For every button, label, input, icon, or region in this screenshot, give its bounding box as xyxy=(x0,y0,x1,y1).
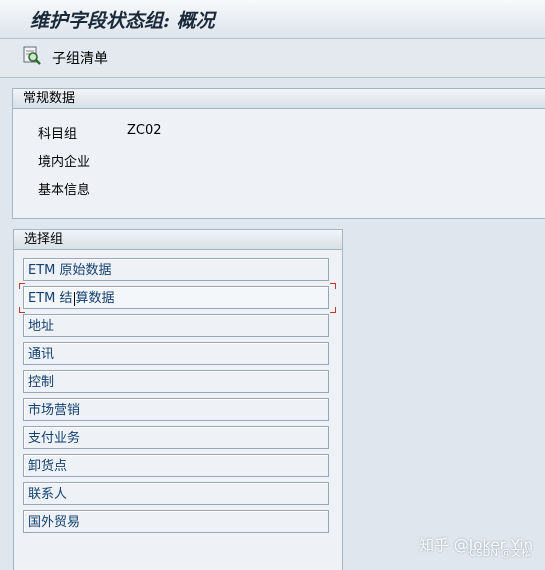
group-item-foreign-trade[interactable]: 国外贸易 xyxy=(23,510,329,533)
title-bar: 维护字段状态组: 概况 xyxy=(0,0,545,39)
select-group-panel: 选择组 ETM 原始数据 ETM 结算数据 地址 通讯 控制 市场营销 支付业务… xyxy=(13,229,343,570)
group-item-address[interactable]: 地址 xyxy=(23,314,329,337)
group-item-label: 卸货点 xyxy=(28,459,68,474)
group-item-label: 支付业务 xyxy=(28,431,81,446)
focus-corner-bl xyxy=(19,307,25,313)
group-item-etm-settlement-data[interactable]: ETM 结算数据 xyxy=(23,286,329,309)
group-item-label: 控制 xyxy=(28,375,55,390)
group-item-label: ETM 原始数据 xyxy=(28,263,112,278)
account-group-label: 科目组 xyxy=(38,127,78,142)
group-item-control[interactable]: 控制 xyxy=(23,370,329,393)
page-title: 维护字段状态组: 概况 xyxy=(30,10,215,32)
group-item-label: 联系人 xyxy=(28,487,68,502)
group-item-label: 地址 xyxy=(28,319,55,334)
subgroup-list-button[interactable]: 子组清单 xyxy=(22,46,108,70)
group-item-label: 市场营销 xyxy=(28,403,81,418)
account-group-desc-line2: 基本信息 xyxy=(38,183,91,198)
group-item-label-part2: 算数据 xyxy=(75,291,115,306)
focus-corner-tl xyxy=(19,283,25,289)
group-item-label: 通讯 xyxy=(28,347,55,362)
watermark-sub: CSDN @文松 xyxy=(469,548,531,559)
toolbar: 子组清单 xyxy=(0,39,545,78)
search-doc-icon xyxy=(22,46,42,70)
select-group-header: 选择组 xyxy=(14,230,342,250)
group-item-label: 国外贸易 xyxy=(28,515,81,530)
account-group-desc-line1: 境内企业 xyxy=(38,155,91,170)
subgroup-list-label: 子组清单 xyxy=(52,51,108,67)
group-item-contact-person[interactable]: 联系人 xyxy=(23,482,329,505)
group-item-marketing[interactable]: 市场营销 xyxy=(23,398,329,421)
group-item-communication[interactable]: 通讯 xyxy=(23,342,329,365)
group-item-label-part1: ETM 结 xyxy=(28,291,73,306)
focus-corner-tr xyxy=(330,283,336,289)
text-cursor xyxy=(73,291,75,306)
general-data-header: 常规数据 xyxy=(13,89,545,109)
group-item-etm-raw-data[interactable]: ETM 原始数据 xyxy=(23,258,329,281)
group-item-payment[interactable]: 支付业务 xyxy=(23,426,329,449)
general-data-panel: 常规数据 科目组 ZC02 境内企业 基本信息 xyxy=(12,88,545,219)
focus-corner-br xyxy=(330,307,336,313)
group-item-unloading-point[interactable]: 卸货点 xyxy=(23,454,329,477)
account-group-value: ZC02 xyxy=(127,123,162,138)
